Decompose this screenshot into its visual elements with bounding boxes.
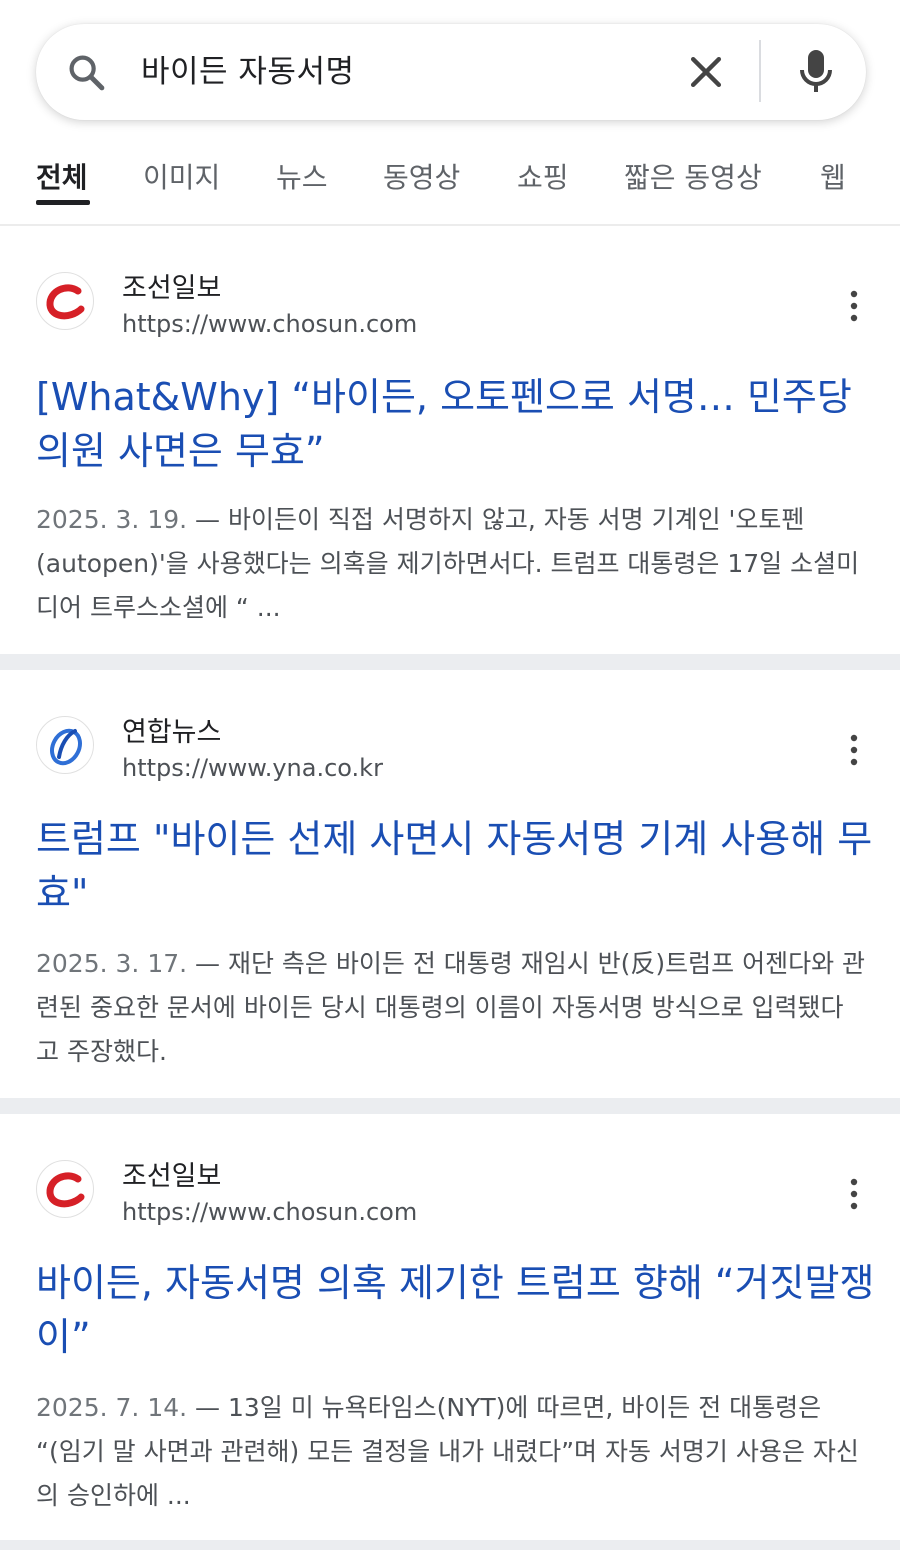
search-tabs: 전체 이미지 뉴스 동영상 쇼핑 짧은 동영상 웹	[0, 140, 900, 226]
chosun-logo-icon[interactable]	[36, 1160, 94, 1218]
search-bar[interactable]: 바이든 자동서명	[36, 24, 866, 120]
result-title-link[interactable]: 트럼프 "바이든 선제 사면시 자동서명 기계 사용해 무효"	[36, 812, 876, 920]
result-title-link[interactable]: [What&Why] “바이든, 오토펜으로 서명… 민주당 의원 사면은 무효…	[36, 370, 876, 478]
search-input[interactable]: 바이든 자동서명	[141, 24, 355, 120]
microphone-icon[interactable]	[796, 48, 836, 96]
site-name[interactable]: 조선일보	[122, 266, 221, 305]
active-tab-indicator	[36, 200, 90, 205]
search-divider	[759, 40, 761, 102]
search-icon[interactable]	[66, 52, 108, 94]
tab-shopping[interactable]: 쇼핑	[517, 156, 569, 196]
result-snippet: 2025. 7. 14. — 13일 미 뉴욕타임스(NYT)에 따르면, 바이…	[36, 1386, 866, 1518]
tab-news[interactable]: 뉴스	[276, 156, 328, 196]
more-options-icon[interactable]	[840, 1174, 868, 1214]
result-title-link[interactable]: 바이든, 자동서명 의혹 제기한 트럼프 향해 “거짓말쟁이”	[36, 1256, 876, 1364]
result-separator	[0, 1540, 900, 1550]
search-result: 조선일보 https://www.chosun.com [What&Why] “…	[0, 228, 900, 654]
close-icon[interactable]	[684, 50, 728, 94]
result-separator	[0, 654, 900, 670]
search-result: 조선일보 https://www.chosun.com 바이든, 자동서명 의혹…	[0, 1114, 900, 1540]
search-result: 연합뉴스 https://www.yna.co.kr 트럼프 "바이든 선제 사…	[0, 670, 900, 1098]
tab-all[interactable]: 전체	[36, 156, 88, 196]
result-separator	[0, 1098, 900, 1114]
tab-short-videos[interactable]: 짧은 동영상	[624, 156, 762, 196]
result-snippet: 2025. 3. 19. — 바이든이 직접 서명하지 않고, 자동 서명 기계…	[36, 498, 866, 630]
tab-web[interactable]: 웹	[820, 156, 846, 196]
site-name[interactable]: 조선일보	[122, 1154, 221, 1193]
tab-images[interactable]: 이미지	[143, 156, 220, 196]
more-options-icon[interactable]	[840, 730, 868, 770]
result-date: 2025. 7. 14.	[36, 1393, 188, 1422]
result-snippet: 2025. 3. 17. — 재단 측은 바이든 전 대통령 재임시 반(反)트…	[36, 942, 866, 1074]
yonhap-logo-icon[interactable]	[36, 716, 94, 774]
chosun-logo-icon[interactable]	[36, 272, 94, 330]
site-name[interactable]: 연합뉴스	[122, 710, 221, 749]
result-date: 2025. 3. 19.	[36, 505, 188, 534]
site-url[interactable]: https://www.yna.co.kr	[122, 754, 383, 782]
tab-videos[interactable]: 동영상	[383, 156, 460, 196]
result-date: 2025. 3. 17.	[36, 949, 188, 978]
site-url[interactable]: https://www.chosun.com	[122, 310, 417, 338]
site-url[interactable]: https://www.chosun.com	[122, 1198, 417, 1226]
more-options-icon[interactable]	[840, 286, 868, 326]
